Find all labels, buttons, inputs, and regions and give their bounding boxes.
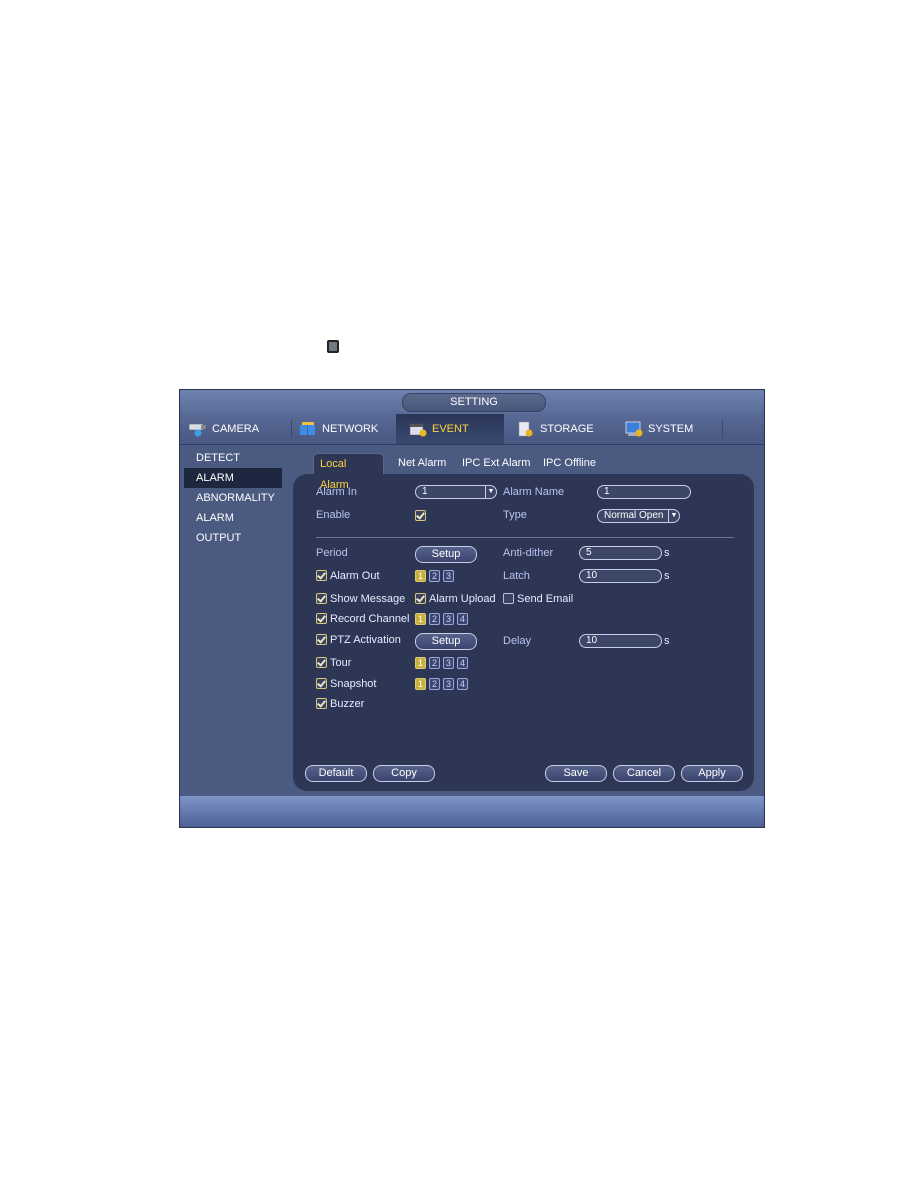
tab-divider [291,420,292,438]
buzzer-label: Buzzer [330,698,365,710]
latch-input[interactable]: 10 [579,569,662,583]
subtab-ipc-ext-alarm[interactable]: IPC Ext Alarm [462,453,530,474]
copy-button[interactable]: Copy [373,765,435,782]
square-icon [327,340,339,353]
settings-window: SETTING CAMERA NETWORK EVENT STORAGE SYS… [179,389,765,828]
record-channel-2[interactable]: 2 [429,613,440,625]
sidebar-item-alarm[interactable]: ALARM [184,468,282,488]
sidebar: DETECT ALARM ABNORMALITY ALARM OUTPUT [180,445,288,795]
alarm-upload-checkbox[interactable] [415,593,426,604]
snapshot-checkbox[interactable] [316,678,327,689]
alarm-in-label: Alarm In [316,486,357,498]
ptz-activation-checkbox[interactable] [316,634,327,645]
cancel-button[interactable]: Cancel [613,765,675,782]
save-button[interactable]: Save [545,765,607,782]
subtab-ipc-offline[interactable]: IPC Offline [543,453,596,474]
system-icon [624,421,644,437]
sidebar-item-abnormality[interactable]: ABNORMALITY [184,488,282,508]
tab-network[interactable]: NETWORK [298,414,394,444]
alarm-out-checkbox[interactable] [316,570,327,581]
tour-checkbox[interactable] [316,657,327,668]
record-channel-checkbox[interactable] [316,613,327,624]
anti-dither-unit: s [664,547,670,559]
apply-button[interactable]: Apply [681,765,743,782]
sidebar-item-alarm-output[interactable]: ALARM OUTPUT [184,508,282,544]
period-setup-button[interactable]: Setup [415,546,477,563]
show-message-checkbox[interactable] [316,593,327,604]
tab-network-label: NETWORK [322,423,379,435]
snapshot-channel-3[interactable]: 3 [443,678,454,690]
tour-channel-2[interactable]: 2 [429,657,440,669]
network-icon [298,421,318,437]
record-channel-1[interactable]: 1 [415,613,426,625]
chevron-down-icon: ▼ [668,510,679,522]
snapshot-channel-4[interactable]: 4 [457,678,468,690]
record-channel-label: Record Channel [330,613,410,625]
footer-bar [180,796,764,827]
latch-unit: s [664,570,670,582]
tab-event-label: EVENT [432,423,469,435]
ptz-setup-button[interactable]: Setup [415,633,477,650]
anti-dither-input[interactable]: 5 [579,546,662,560]
tab-storage-label: STORAGE [540,423,594,435]
tour-channel-3[interactable]: 3 [443,657,454,669]
snapshot-label: Snapshot [330,678,377,690]
tour-label: Tour [330,657,352,669]
default-button[interactable]: Default [305,765,367,782]
buzzer-checkbox[interactable] [316,698,327,709]
type-label: Type [503,509,527,521]
tab-system[interactable]: SYSTEM [624,414,734,444]
window-title: SETTING [402,393,546,412]
record-channel-3[interactable]: 3 [443,613,454,625]
main-tab-bar: CAMERA NETWORK EVENT STORAGE SYSTEM [180,414,764,445]
alarm-name-input[interactable]: 1 [597,485,691,499]
content-panel [293,474,754,791]
alarm-in-value: 1 [422,486,428,497]
tab-camera-label: CAMERA [212,423,260,435]
snapshot-channel-2[interactable]: 2 [429,678,440,690]
alarm-in-select[interactable]: 1 ▼ [415,485,497,499]
type-select[interactable]: Normal Open ▼ [597,509,680,523]
enable-label: Enable [316,509,351,521]
alarm-out-channel-2[interactable]: 2 [429,570,440,582]
tab-camera[interactable]: CAMERA [188,414,288,444]
type-value: Normal Open [604,510,664,521]
send-email-label: Send Email [517,593,574,605]
storage-icon [516,421,536,437]
alarm-name-label: Alarm Name [503,486,565,498]
ptz-activation-label: PTZ Activation [330,634,401,646]
delay-unit: s [664,635,670,647]
alarm-out-channel-1[interactable]: 1 [415,570,426,582]
tour-channel-1[interactable]: 1 [415,657,426,669]
tour-channel-4[interactable]: 4 [457,657,468,669]
subtab-local-alarm[interactable]: Local Alarm [313,453,384,491]
tab-event[interactable]: EVENT [396,414,504,444]
record-channel-4[interactable]: 4 [457,613,468,625]
tab-storage[interactable]: STORAGE [516,414,616,444]
event-icon [408,421,428,437]
alarm-out-label: Alarm Out [330,570,380,582]
enable-checkbox[interactable] [415,510,426,521]
delay-input[interactable]: 10 [579,634,662,648]
anti-dither-label: Anti-dither [503,547,554,559]
chevron-down-icon: ▼ [485,486,496,498]
alarm-out-channel-3[interactable]: 3 [443,570,454,582]
subtab-net-alarm[interactable]: Net Alarm [398,453,446,474]
period-label: Period [316,547,348,559]
delay-label: Delay [503,635,532,647]
send-email-checkbox[interactable] [503,593,514,604]
camera-icon [188,421,208,437]
sidebar-item-detect[interactable]: DETECT [184,448,282,468]
alarm-upload-label: Alarm Upload [429,593,496,605]
tab-divider [722,420,723,438]
title-bar: SETTING [180,390,764,414]
snapshot-channel-1[interactable]: 1 [415,678,426,690]
latch-label: Latch [503,570,530,582]
tab-system-label: SYSTEM [648,423,694,435]
divider [316,537,734,538]
show-message-label: Show Message [330,593,406,605]
